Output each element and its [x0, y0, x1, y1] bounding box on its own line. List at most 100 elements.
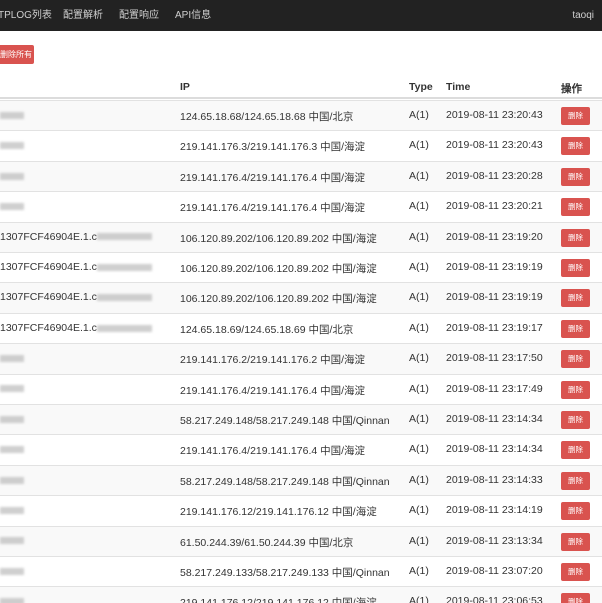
row-time: 2019-08-11 23:20:43 — [446, 109, 543, 121]
nav-config-resolve[interactable]: 配置解析 — [63, 0, 103, 31]
delete-row-button[interactable]: 删除 — [561, 563, 590, 581]
row-ip: 219.141.176.12/219.141.176.12 中国/海淀 — [180, 506, 377, 519]
table-row: 1307FCF46904E.1.c 106.120.89.202/106.120.… — [0, 282, 602, 313]
redacted-host-mask — [0, 598, 24, 603]
row-host — [0, 170, 175, 182]
row-time: 2019-08-11 23:19:17 — [446, 321, 543, 334]
table-row: 219.141.176.12/219.141.176.12 中国/海淀 A(1) 2… — [0, 495, 602, 525]
row-ip: 106.120.89.202/106.120.89.202 中国/海淀 — [180, 263, 377, 275]
row-time: 2019-08-11 23:20:28 — [446, 169, 543, 182]
row-host-text: 1307FCF46904E.1.c — [0, 230, 97, 243]
row-time: 2019-08-11 23:14:34 — [446, 413, 543, 425]
row-type: A(1) — [409, 565, 429, 577]
table-row: 219.141.176.4/219.141.176.4 中国/海淀 A(1) 201… — [0, 373, 602, 404]
delete-row-button[interactable]: 删除 — [561, 502, 590, 521]
delete-row-button[interactable]: 删除 — [561, 259, 590, 277]
row-host — [0, 565, 175, 577]
delete-row-button[interactable]: 删除 — [561, 228, 590, 247]
table-row: 219.141.176.4/219.141.176.4 中国/海淀 A(1) 201… — [0, 191, 602, 221]
redacted-host-mask — [0, 446, 24, 454]
row-time: 2019-08-11 23:14:19 — [446, 504, 543, 517]
delete-row-button[interactable]: 删除 — [561, 350, 590, 369]
row-type: A(1) — [409, 261, 429, 273]
nav-config-response[interactable]: 配置响应 — [119, 0, 159, 31]
delete-row-button[interactable]: 删除 — [561, 319, 590, 338]
redacted-host-mask — [0, 111, 24, 119]
delete-row-button[interactable]: 删除 — [561, 137, 590, 156]
row-host-text: 1307FCF46904E.1.c — [0, 321, 97, 334]
row-host — [0, 139, 175, 151]
row-time: 2019-08-11 23:20:21 — [446, 200, 543, 213]
header-time: Time — [446, 81, 471, 93]
row-type: A(1) — [409, 595, 429, 603]
row-host: 1307FCF46904E.1.c — [0, 231, 175, 243]
row-time: 2019-08-11 23:07:20 — [446, 565, 543, 577]
delete-row-button[interactable]: 删除 — [561, 289, 590, 308]
row-type: A(1) — [409, 352, 429, 365]
redacted-host-mask — [96, 294, 152, 302]
row-ip: 58.217.249.148/58.217.249.148 中国/Qinnan — [180, 415, 390, 427]
redacted-host-mask — [0, 567, 24, 575]
redacted-host-mask — [0, 354, 24, 362]
row-type: A(1) — [409, 473, 429, 486]
row-host — [0, 200, 175, 212]
row-host: 1307FCF46904E.1.c — [0, 261, 175, 273]
row-ip: 219.141.176.3/219.141.176.3 中国/海淀 — [180, 141, 366, 154]
table-row: 219.141.176.12/219.141.176.12 中国/海淀 A(1) 2… — [0, 586, 602, 603]
row-type: A(1) — [409, 230, 429, 243]
row-ip: 106.120.89.202/106.120.89.202 中国/海淀 — [180, 293, 377, 306]
row-time: 2019-08-11 23:06:53 — [446, 595, 543, 603]
row-type: A(1) — [409, 534, 429, 547]
row-type: A(1) — [409, 504, 429, 517]
row-time: 2019-08-11 23:14:34 — [446, 443, 543, 456]
delete-row-button[interactable]: 删除 — [561, 198, 590, 217]
row-type: A(1) — [409, 291, 429, 304]
row-host: 1307FCF46904E.1.c — [0, 322, 175, 334]
row-time: 2019-08-11 23:19:19 — [446, 291, 543, 304]
row-host — [0, 535, 175, 547]
table-row: 219.141.176.4/219.141.176.4 中国/海淀 A(1) 201… — [0, 434, 602, 464]
row-type: A(1) — [409, 200, 429, 213]
row-host — [0, 504, 175, 516]
row-host — [0, 352, 175, 364]
delete-row-button[interactable]: 删除 — [561, 441, 590, 460]
delete-row-button[interactable]: 删除 — [561, 471, 590, 490]
delete-row-button[interactable]: 删除 — [561, 593, 590, 603]
delete-all-button[interactable]: 删除所有 — [0, 45, 34, 64]
row-host — [0, 109, 175, 121]
delete-row-button[interactable]: 删除 — [561, 411, 590, 429]
user-name[interactable]: taoqi — [572, 0, 594, 31]
top-navbar: TPLOG列表 配置解析 配置响应 API信息 taoqi — [0, 0, 602, 31]
row-time: 2019-08-11 23:14:33 — [446, 473, 543, 486]
table-row: 61.50.244.39/61.50.244.39 中国/北京 A(1) 2019-… — [0, 525, 602, 556]
header-ip: IP — [180, 81, 190, 93]
row-host — [0, 474, 175, 486]
redacted-host-mask — [96, 233, 152, 241]
redacted-host-mask — [0, 476, 24, 484]
redacted-host-mask — [96, 263, 152, 271]
header-type: Type — [409, 81, 433, 93]
row-ip: 219.141.176.4/219.141.176.4 中国/海淀 — [180, 445, 366, 458]
row-ip: 124.65.18.69/124.65.18.69 中国/北京 — [180, 323, 354, 336]
delete-row-button[interactable]: 删除 — [561, 107, 590, 125]
row-ip: 219.141.176.12/219.141.176.12 中国/海淀 — [180, 595, 377, 603]
table-row: 58.217.249.148/58.217.249.148 中国/Qinnan A… — [0, 464, 602, 496]
delete-row-button[interactable]: 删除 — [561, 167, 590, 186]
row-ip: 219.141.176.2/219.141.176.2 中国/海淀 — [180, 354, 366, 367]
delete-row-button[interactable]: 删除 — [561, 532, 590, 551]
delete-row-button[interactable]: 删除 — [561, 380, 590, 399]
table-row: 58.217.249.133/58.217.249.133 中国/Qinnan A… — [0, 556, 602, 586]
row-type: A(1) — [409, 139, 429, 152]
row-type: A(1) — [409, 413, 429, 425]
redacted-host-mask — [0, 142, 24, 150]
row-ip: 219.141.176.4/219.141.176.4 中国/海淀 — [180, 202, 366, 215]
row-ip: 61.50.244.39/61.50.244.39 中国/北京 — [180, 536, 354, 549]
row-ip: 124.65.18.68/124.65.18.68 中国/北京 — [180, 111, 354, 123]
row-type: A(1) — [409, 321, 429, 334]
row-type: A(1) — [409, 109, 429, 121]
redacted-host-mask — [0, 385, 24, 393]
nav-tplog-list[interactable]: TPLOG列表 — [0, 0, 52, 31]
table-row: 58.217.249.148/58.217.249.148 中国/Qinnan A… — [0, 404, 602, 435]
nav-api-info[interactable]: API信息 — [175, 0, 211, 31]
redacted-host-mask — [0, 415, 24, 423]
